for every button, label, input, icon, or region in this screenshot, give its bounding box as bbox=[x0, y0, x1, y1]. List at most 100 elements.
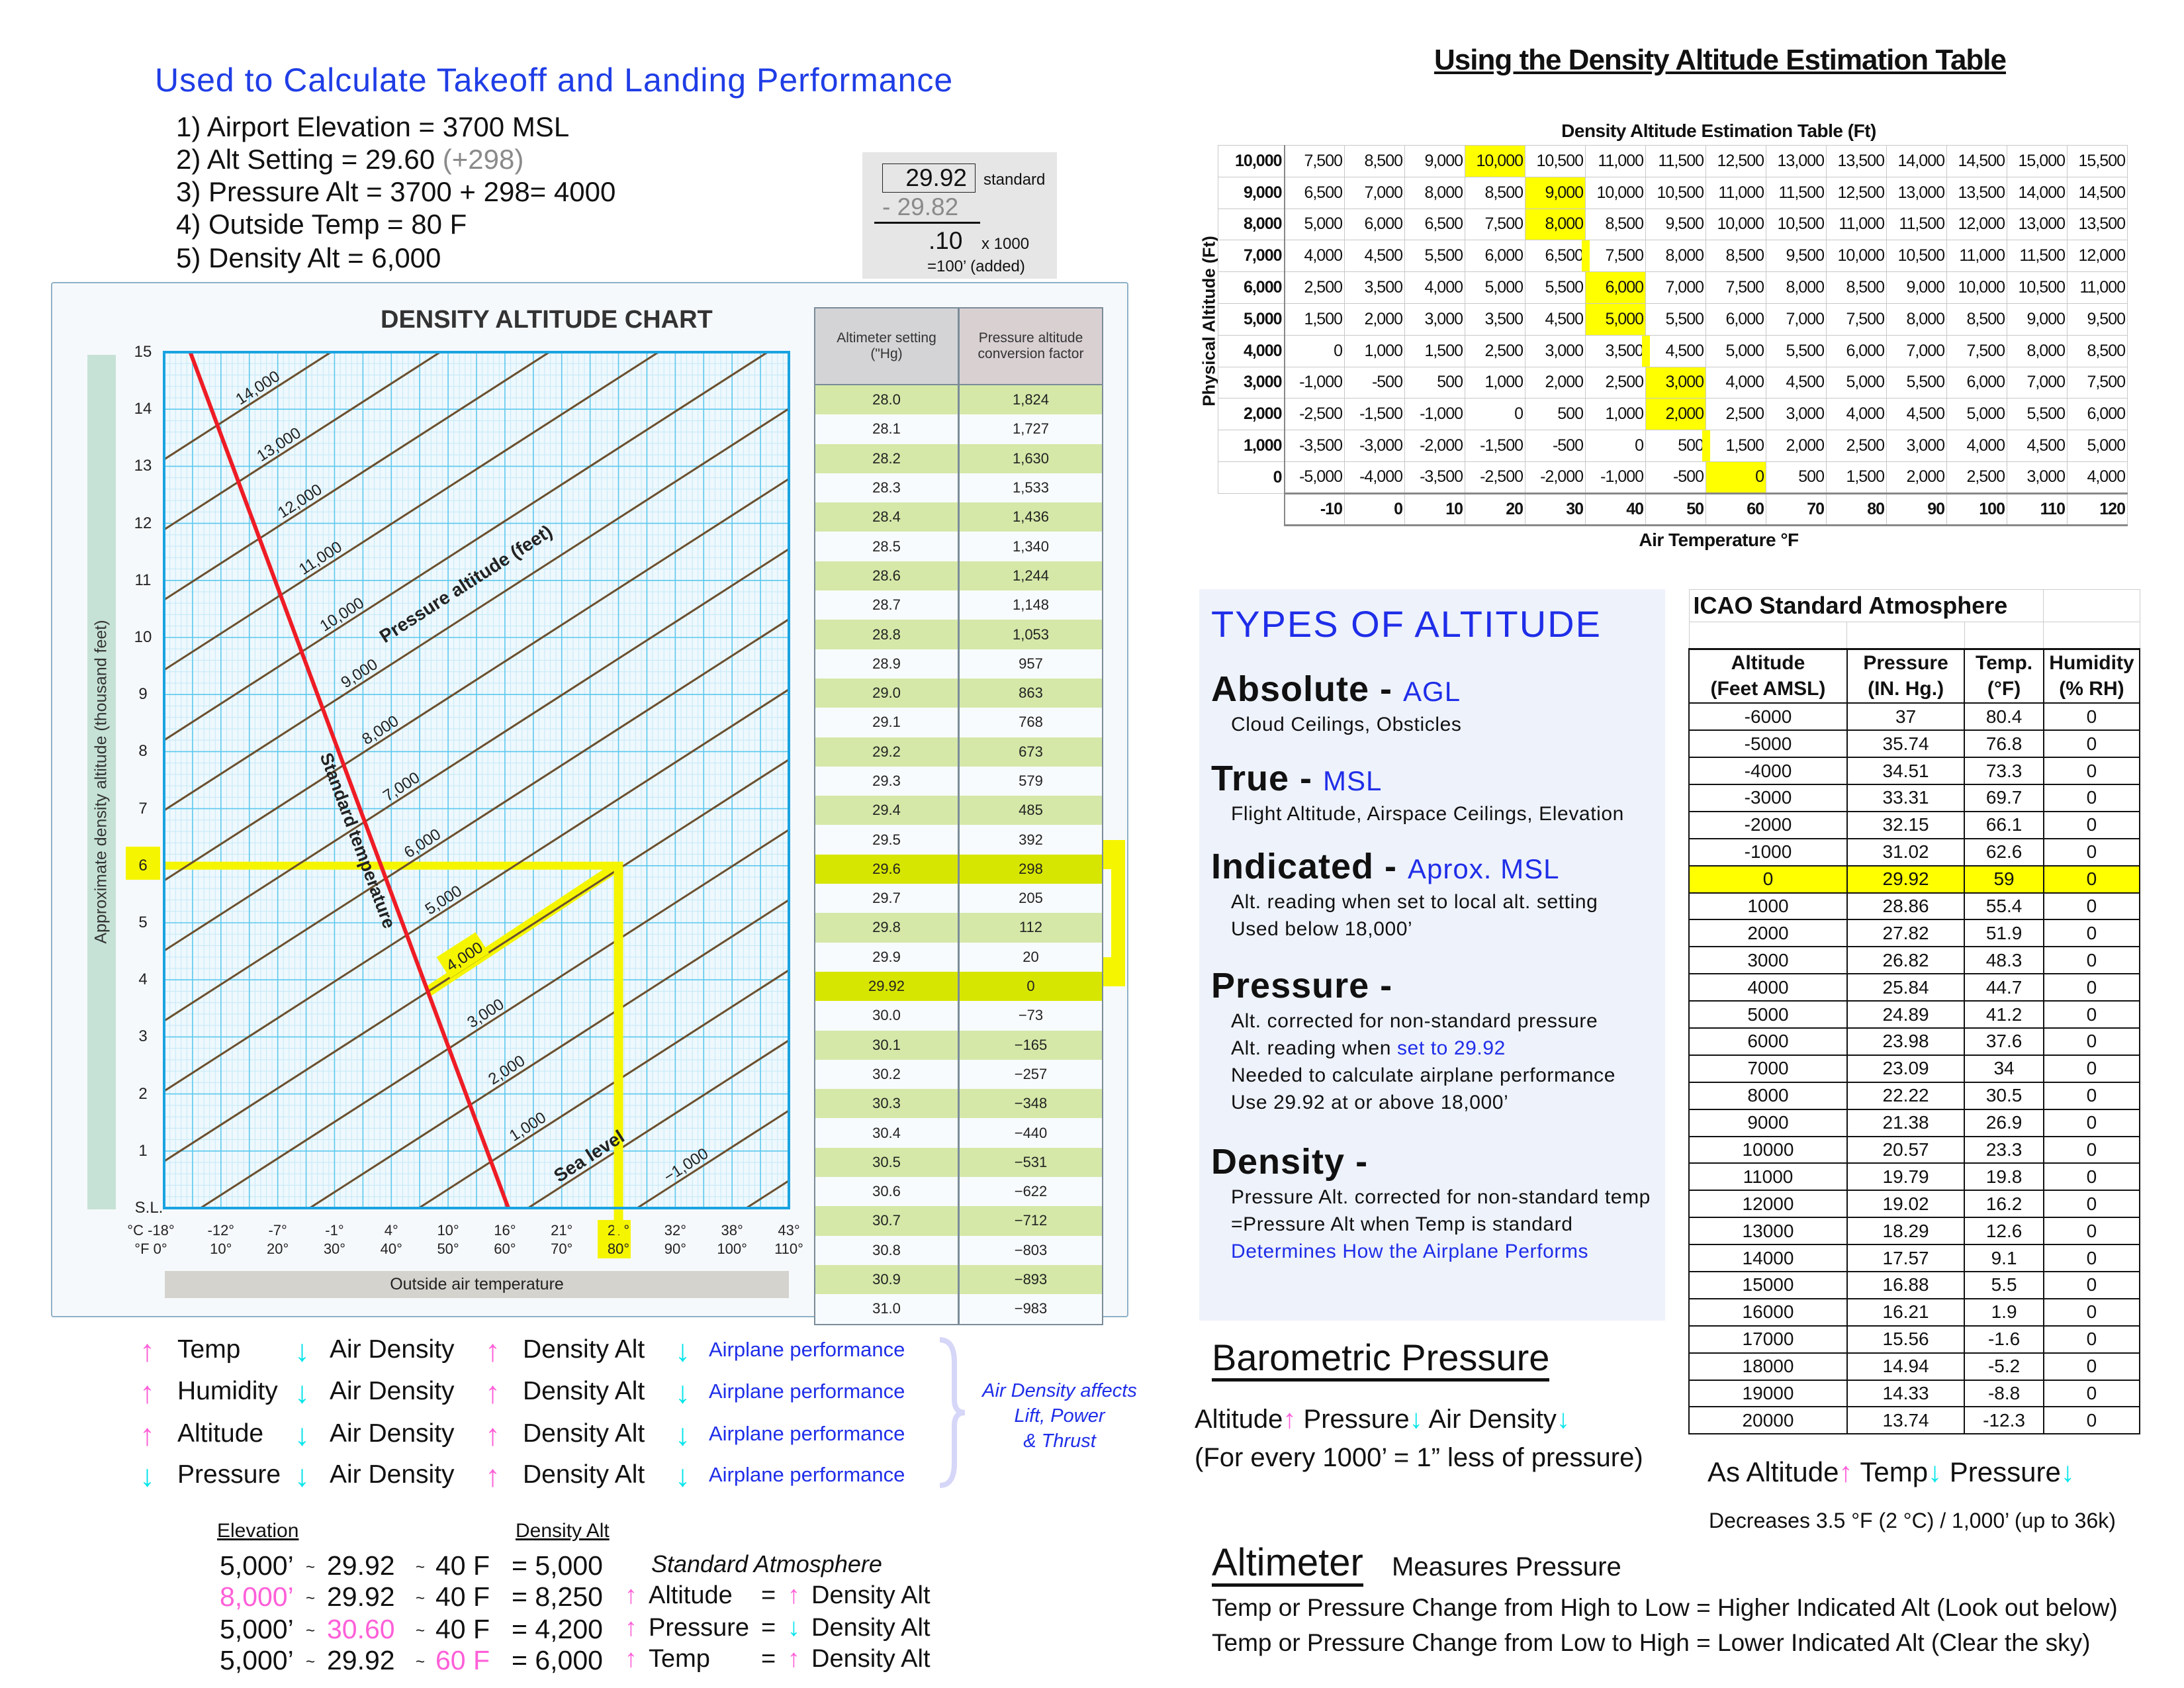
table-cell: 18.29 bbox=[1846, 1217, 1966, 1246]
density-altitude-cell: 10,000 bbox=[1946, 271, 2007, 304]
difference: .10 bbox=[929, 227, 963, 254]
table-cell: 4000 bbox=[1688, 973, 1848, 1002]
cell-value: 1,500 bbox=[1846, 467, 1885, 487]
table-row: 16000 16.21 1.9 0 bbox=[1688, 1297, 2141, 1327]
description-text: Flight Altitude, Airspace Ceilings, Elev… bbox=[1231, 803, 1624, 825]
cell-value: 9,000 bbox=[1906, 278, 1945, 297]
cell-value: -1,000 bbox=[1299, 373, 1343, 392]
table-row: 28.2 1,630 bbox=[815, 444, 1102, 473]
density-altitude-cell: 10,500 bbox=[1525, 145, 1586, 177]
physical-altitude-cell: 4,000 bbox=[1218, 334, 1285, 367]
density-altitude-cell: 1,500 bbox=[1404, 334, 1465, 367]
density-altitude-cell: -3,500 bbox=[1284, 430, 1345, 462]
density-altitude-cell: 3,500 bbox=[1465, 303, 1525, 336]
cell-value: -4,000 bbox=[1359, 467, 1403, 487]
cell-value: 13,000 bbox=[1777, 151, 1825, 170]
conversion-factor-cell: 1,533 bbox=[1012, 479, 1050, 496]
cell-value: 7,500 bbox=[1484, 214, 1524, 234]
conversion-factor-cell: 1,053 bbox=[1012, 626, 1050, 643]
effect-label: Density Alt bbox=[523, 1377, 645, 1405]
icao-title: ICAO Standard Atmosphere bbox=[1688, 589, 2044, 622]
density-altitude-cell: 11,500 bbox=[1886, 208, 1947, 241]
effect-label: Air Density bbox=[330, 1377, 455, 1405]
density-altitude-cell: 5,500 bbox=[1645, 303, 1706, 336]
pressure-word: Pressure bbox=[1296, 1405, 1410, 1434]
empty-cell bbox=[1688, 622, 1848, 649]
cell-value: 5,000 bbox=[1966, 404, 2005, 424]
cell-value: 10,000 bbox=[1837, 246, 1885, 265]
effect-cause: Altitude bbox=[649, 1581, 733, 1609]
cell-value: 11,000 bbox=[1839, 214, 1885, 234]
standard-label: standard bbox=[983, 171, 1046, 189]
table-cell: 34 bbox=[1964, 1054, 2044, 1083]
table-row: 29.0 863 bbox=[815, 678, 1102, 708]
cell-value: 0 bbox=[1755, 467, 1764, 487]
table-row: 30.2 −257 bbox=[815, 1059, 1102, 1090]
temp-word: Temp bbox=[1852, 1456, 1929, 1487]
altimeter-setting-cell: 30.6 bbox=[815, 1177, 960, 1207]
density-altitude-cell: 5,000 bbox=[1706, 334, 1766, 367]
x-tick-celsius: -7° bbox=[268, 1222, 287, 1239]
table-cell: 44.7 bbox=[1964, 973, 2044, 1002]
cell-value: 7,000 bbox=[1906, 341, 1945, 360]
table-row: 30.3 −348 bbox=[815, 1089, 1102, 1119]
x-tick-label: -12° 10° bbox=[208, 1221, 235, 1258]
y-tick-label: 1 bbox=[138, 1141, 148, 1160]
table-row: 6,000 2,500 3,500 4,000 5,000 5,500 6,000 7,000… bbox=[1218, 271, 2128, 304]
cell-value: 3,000 bbox=[1786, 404, 1825, 424]
cell-value: 13,500 bbox=[2078, 214, 2126, 234]
table-row: -3000 33.31 69.7 0 bbox=[1688, 783, 2141, 812]
description-highlight: set to 29.92 bbox=[1396, 1037, 1506, 1059]
table-cell: -2000 bbox=[1688, 810, 1848, 839]
cell-value: 4,000 bbox=[1846, 404, 1885, 424]
cell-value: 6,000 bbox=[2087, 404, 2126, 424]
y-tick-label: 7 bbox=[138, 799, 148, 818]
table-cell: 80.4 bbox=[1964, 702, 2044, 731]
conversion-factor-cell: −348 bbox=[1014, 1095, 1048, 1112]
table-cell: 1000 bbox=[1688, 892, 1848, 921]
types-of-altitude-panel: TYPES OF ALTITUDE Absolute - AGL Cloud Ce… bbox=[1199, 589, 1665, 1321]
cell-value: 15,000 bbox=[2018, 151, 2066, 170]
empty-cell bbox=[1964, 622, 2044, 649]
x-tick-label: 32° 90° bbox=[664, 1221, 686, 1258]
cell-value: 6,000 bbox=[1966, 373, 2005, 392]
up-arrow-icon: ↑ bbox=[1283, 1405, 1297, 1434]
density-altitude-cell: 4,500 bbox=[1525, 303, 1586, 336]
altitude-type-description: Cloud Ceilings, Obsticles bbox=[1231, 714, 1461, 736]
altitude-type-name: Indicated bbox=[1211, 847, 1375, 886]
down-arrow-icon: ↓ bbox=[295, 1375, 310, 1409]
density-altitude-cell: 7,500 bbox=[1826, 303, 1887, 336]
cell-value: 9,000 bbox=[1424, 151, 1463, 170]
title-row: ICAO Standard Atmosphere bbox=[1688, 589, 2140, 622]
table-cell: 6000 bbox=[1688, 1027, 1848, 1056]
dash: - bbox=[1369, 966, 1393, 1006]
cell-value: -500 bbox=[1371, 373, 1403, 392]
altitude-type-description: Used below 18,000’ bbox=[1231, 918, 1412, 941]
altimeter-setting-cell: 30.3 bbox=[815, 1089, 960, 1119]
as-altitude-word: As Altitude bbox=[1707, 1456, 1839, 1487]
table-cell: 21.38 bbox=[1846, 1108, 1966, 1137]
density-altitude-cell: 7,500 bbox=[1465, 208, 1525, 241]
table-cell: 59 bbox=[1964, 865, 2044, 894]
y-tick-label: 4 bbox=[138, 970, 148, 989]
cell-value: 15,500 bbox=[2078, 151, 2126, 170]
example-temperature: 40 F bbox=[435, 1614, 490, 1644]
conversion-factor-cell: 1,148 bbox=[1012, 596, 1050, 614]
altimeter-setting-cell: 30.5 bbox=[815, 1147, 960, 1178]
table-cell: 48.3 bbox=[1964, 946, 2044, 975]
table-cell: 27.82 bbox=[1846, 919, 1966, 948]
table-cell: 15000 bbox=[1688, 1270, 1848, 1299]
density-altitude-cell: 13,000 bbox=[2007, 208, 2068, 241]
conversion-factor-cell: 768 bbox=[1019, 714, 1043, 731]
x-tick-fahrenheit: 80° bbox=[607, 1241, 630, 1257]
density-altitude-cell: 4,000 bbox=[1946, 430, 2007, 462]
density-altitude-cell: 2,500 bbox=[1585, 366, 1646, 399]
spacer-row bbox=[1688, 622, 2140, 649]
x-tick-fahrenheit: 110° bbox=[774, 1241, 803, 1257]
description-text: Used below 18,000’ bbox=[1231, 918, 1413, 940]
x-tick-celsius: 10° bbox=[437, 1222, 459, 1239]
example-pressure: 29.92 bbox=[327, 1581, 395, 1612]
cell-value: 5,000 bbox=[1605, 309, 1644, 328]
density-altitude-cell: 7,000 bbox=[1344, 176, 1405, 209]
density-altitude-cell: 8,000 bbox=[1404, 176, 1465, 209]
